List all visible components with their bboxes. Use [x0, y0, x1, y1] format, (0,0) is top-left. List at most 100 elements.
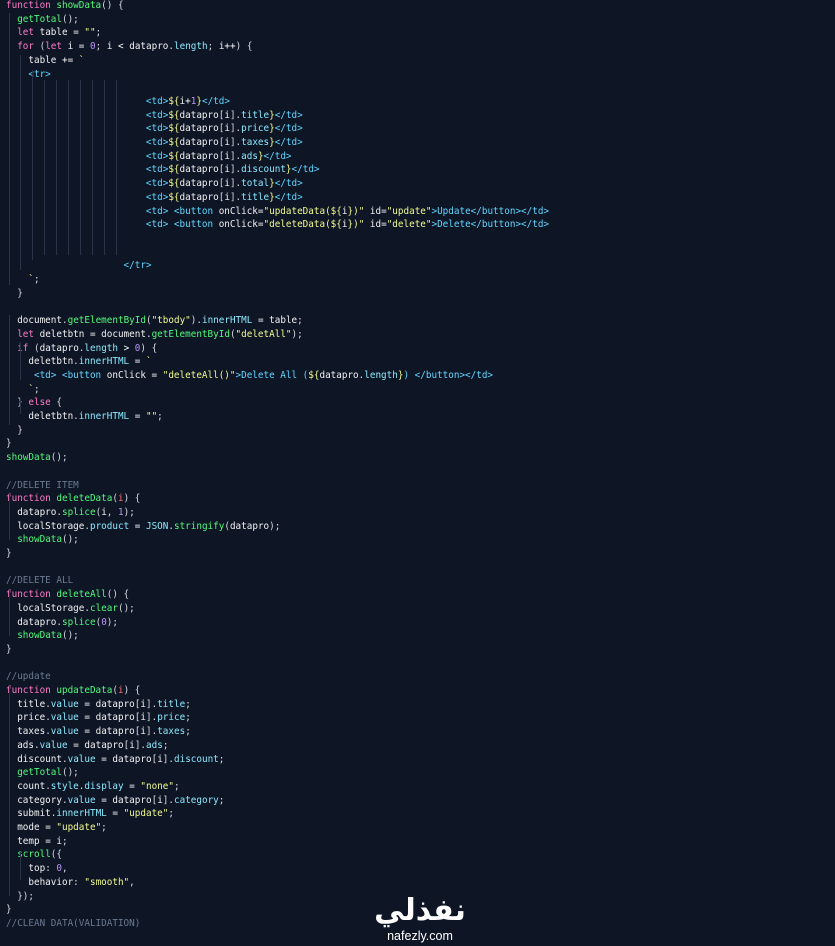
code-token: let	[6, 328, 40, 340]
code-token: ${	[168, 178, 180, 190]
code-token: =	[84, 726, 96, 738]
code-token: title	[157, 698, 186, 710]
code-line: //update	[6, 670, 51, 684]
code-line: `;	[6, 383, 40, 397]
code-token: splice	[61, 506, 96, 518]
code-token: ;	[218, 753, 225, 765]
code-token: datapro	[112, 794, 152, 806]
code-line: function showData() {	[6, 0, 124, 13]
code-line: }	[6, 437, 12, 451]
code-editor[interactable]: function showData() { getTotal(); let ta…	[0, 0, 835, 946]
code-line: }	[6, 424, 23, 438]
code-line: getTotal();	[6, 766, 79, 780]
code-token: innerHTML	[201, 315, 258, 327]
code-token: product	[89, 520, 135, 532]
code-token: );	[269, 520, 281, 532]
code-token: ++	[224, 41, 236, 53]
code-token: value	[50, 698, 85, 710]
code-token: JSON	[145, 520, 169, 532]
code-token: mode	[6, 822, 46, 833]
code-line: //DELETE ALL	[6, 574, 73, 588]
code-token: ].	[229, 109, 242, 121]
code-line: discount.value = datapro[i].discount;	[6, 753, 224, 767]
code-line: <td>${i+1}</td>	[6, 95, 230, 109]
code-token: ;	[34, 383, 40, 395]
code-token: <td>	[6, 178, 169, 190]
code-token: i	[106, 41, 119, 53]
code-token: ) {	[123, 685, 141, 696]
code-line: <td>${datapro[i].discount}</td>	[6, 163, 320, 177]
code-token: ].	[229, 150, 242, 162]
code-token: value	[67, 753, 102, 765]
code-token: deletbtn	[6, 411, 74, 422]
code-line: } else {	[6, 396, 62, 410]
code-token: table	[39, 27, 74, 39]
code-token: ;	[95, 41, 107, 53]
code-token: ;	[157, 411, 163, 422]
code-token: title	[241, 109, 270, 121]
code-token: :	[73, 876, 85, 888]
code-token: =	[73, 27, 85, 39]
indent-guide	[92, 80, 93, 255]
code-token: ].	[146, 712, 158, 724]
code-token: ].	[162, 753, 174, 765]
code-token: </td>	[274, 137, 303, 148]
code-token: datapro	[179, 150, 219, 162]
code-token: =	[151, 369, 163, 381]
code-token: datapro	[112, 753, 152, 765]
code-token: length	[84, 342, 124, 354]
code-token: ();	[50, 452, 68, 464]
indent-guide	[9, 686, 10, 896]
code-line: let table = "";	[6, 26, 101, 40]
code-line: });	[6, 890, 34, 904]
code-token: }	[6, 438, 12, 450]
code-token: >	[123, 342, 135, 354]
code-line: }	[6, 903, 12, 917]
code-token: value	[39, 739, 74, 751]
code-token: )"	[353, 219, 370, 231]
code-token: }	[6, 904, 12, 916]
indent-guide	[116, 80, 117, 255]
code-token: `	[6, 383, 34, 395]
code-token: showData	[6, 452, 51, 464]
indent-guide	[9, 492, 10, 540]
code-line: //CLEAN DATA(VALIDATION)	[6, 917, 140, 931]
code-token: )"	[353, 205, 370, 217]
code-token: () {	[101, 0, 124, 11]
indent-guide	[68, 80, 69, 255]
code-token: datapro	[179, 109, 219, 121]
code-token: `	[6, 274, 34, 285]
code-line: }	[6, 643, 12, 657]
code-token: discount	[241, 164, 286, 176]
code-token: </td>	[274, 178, 303, 190]
code-line: deletbtn.innerHTML = `	[6, 355, 151, 369]
code-token: >Delete All (	[235, 369, 309, 381]
code-line: let deletbtn = document.getElementById("…	[6, 328, 303, 342]
code-token: function	[6, 685, 57, 696]
code-token: ${	[330, 219, 342, 231]
code-token: datapro	[95, 698, 135, 710]
code-token: showData	[17, 630, 62, 642]
nafezly-url: nafezly.com	[387, 929, 453, 943]
code-line: price.value = datapro[i].price;	[6, 711, 191, 725]
code-token: onClick	[106, 369, 152, 381]
code-line: }	[6, 547, 12, 561]
code-token: else	[28, 397, 57, 409]
code-token: temp	[6, 835, 46, 847]
code-line: showData();	[6, 629, 79, 643]
code-token: ,	[129, 876, 135, 888]
code-token: discount	[174, 753, 219, 765]
code-line: <td>${datapro[i].price}</td>	[6, 122, 303, 136]
code-token: </tr>	[6, 260, 152, 272]
code-token: "deleteAll()"	[162, 369, 236, 381]
code-token: "smooth"	[84, 876, 130, 888]
code-token: category	[174, 794, 219, 806]
code-token: datapro	[6, 506, 57, 518]
code-line: <td>${datapro[i].title}</td>	[6, 109, 303, 123]
code-token: datapro	[84, 739, 124, 751]
code-token: ();	[61, 767, 79, 779]
code-token: total	[241, 178, 270, 190]
